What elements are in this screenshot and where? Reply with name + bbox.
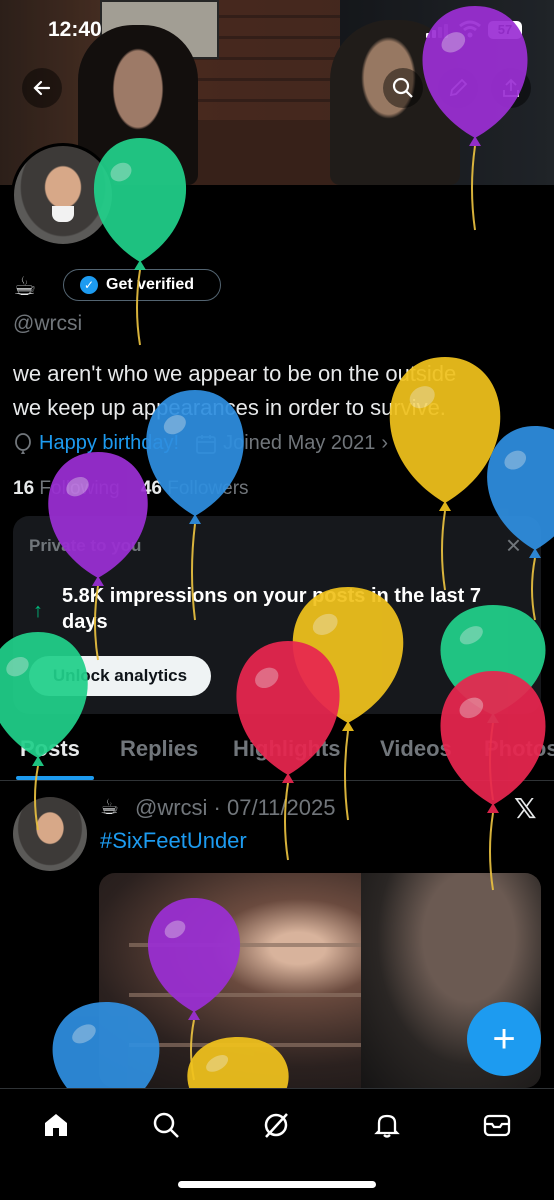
wifi-icon xyxy=(459,20,481,38)
profile-avatar[interactable] xyxy=(11,143,115,247)
search-icon xyxy=(392,77,413,98)
birthday-link[interactable]: Happy birthday! xyxy=(39,432,179,455)
private-analytics-card: Private to you × ↑ 5.8K impressions on y… xyxy=(13,516,541,714)
post-hashtag[interactable]: #SixFeetUnder xyxy=(100,828,247,854)
battery-indicator: 57 xyxy=(488,21,522,39)
tab-videos[interactable]: Videos xyxy=(380,736,452,762)
following-count: 16 xyxy=(13,478,35,499)
profile-handle: @wrcsi xyxy=(13,312,83,335)
tab-replies[interactable]: Replies xyxy=(120,736,198,762)
signal-icon xyxy=(426,24,448,38)
share-icon xyxy=(503,78,519,97)
balloon-outline-icon xyxy=(15,432,31,454)
get-verified-label: Get verified xyxy=(106,276,195,293)
bio-line: we aren't who we appear to be on the out… xyxy=(13,361,457,386)
calendar-icon xyxy=(196,434,216,454)
post-meta: @wrcsi · 07/11/2025 xyxy=(135,795,336,820)
post-avatar[interactable] xyxy=(13,797,87,871)
followers-label: Followers xyxy=(167,478,249,499)
share-button[interactable] xyxy=(491,68,531,108)
bell-icon xyxy=(374,1114,400,1138)
profile-bio: we aren't who we appear to be on the out… xyxy=(13,357,543,425)
card-title: Private to you xyxy=(29,536,142,555)
home-icon xyxy=(45,1114,67,1136)
profile-meta: Happy birthday! Joined May 2021 › xyxy=(13,432,388,455)
compose-button[interactable]: + xyxy=(467,1002,541,1076)
follow-stats: 16 Following 46 Followers xyxy=(13,478,249,500)
home-indicator xyxy=(178,1181,376,1188)
tab-posts[interactable]: Posts xyxy=(20,736,80,762)
nav-grok[interactable] xyxy=(256,1105,296,1145)
profile-emoji: ☕ xyxy=(13,271,37,301)
back-button[interactable] xyxy=(22,68,62,108)
profile-tabs: Posts Replies Highlights Videos Photos xyxy=(0,726,554,781)
mail-icon xyxy=(483,1114,511,1137)
tab-photos[interactable]: Photos xyxy=(484,736,554,762)
close-icon[interactable]: × xyxy=(506,530,521,561)
arrow-up-icon: ↑ xyxy=(33,600,43,622)
tab-highlights[interactable]: Highlights xyxy=(233,736,341,762)
bio-line: we keep up appearances in order to survi… xyxy=(13,395,446,420)
pencil-icon xyxy=(449,78,468,97)
verified-check-icon: ✓ xyxy=(80,276,98,294)
following-link[interactable]: 16 Following xyxy=(13,478,120,499)
nav-home[interactable] xyxy=(36,1105,76,1145)
followers-count: 46 xyxy=(140,478,162,499)
search-icon xyxy=(153,1112,179,1138)
nav-notifications[interactable] xyxy=(367,1105,407,1145)
nav-messages[interactable] xyxy=(477,1105,517,1145)
grok-icon xyxy=(264,1113,288,1138)
joined-date: Joined May 2021 xyxy=(223,432,376,454)
search-button[interactable] xyxy=(383,68,423,108)
post-author-emoji: ☕ xyxy=(100,796,119,819)
status-time: 12:40 xyxy=(48,18,102,41)
impressions-stat: 5.8K impressions on your posts in the la… xyxy=(62,585,481,633)
following-label: Following xyxy=(39,478,120,499)
get-verified-button[interactable]: ✓ Get verified xyxy=(63,269,221,301)
active-tab-indicator xyxy=(16,776,94,780)
arrow-left-icon xyxy=(33,80,51,96)
unlock-analytics-button[interactable]: Unlock analytics xyxy=(29,656,211,696)
followers-link[interactable]: 46 Followers xyxy=(141,478,249,499)
nav-search[interactable] xyxy=(146,1105,186,1145)
x-logo-icon: 𝕏 xyxy=(514,793,537,824)
edit-button[interactable] xyxy=(438,68,478,108)
chevron-right-icon: › xyxy=(381,432,389,454)
